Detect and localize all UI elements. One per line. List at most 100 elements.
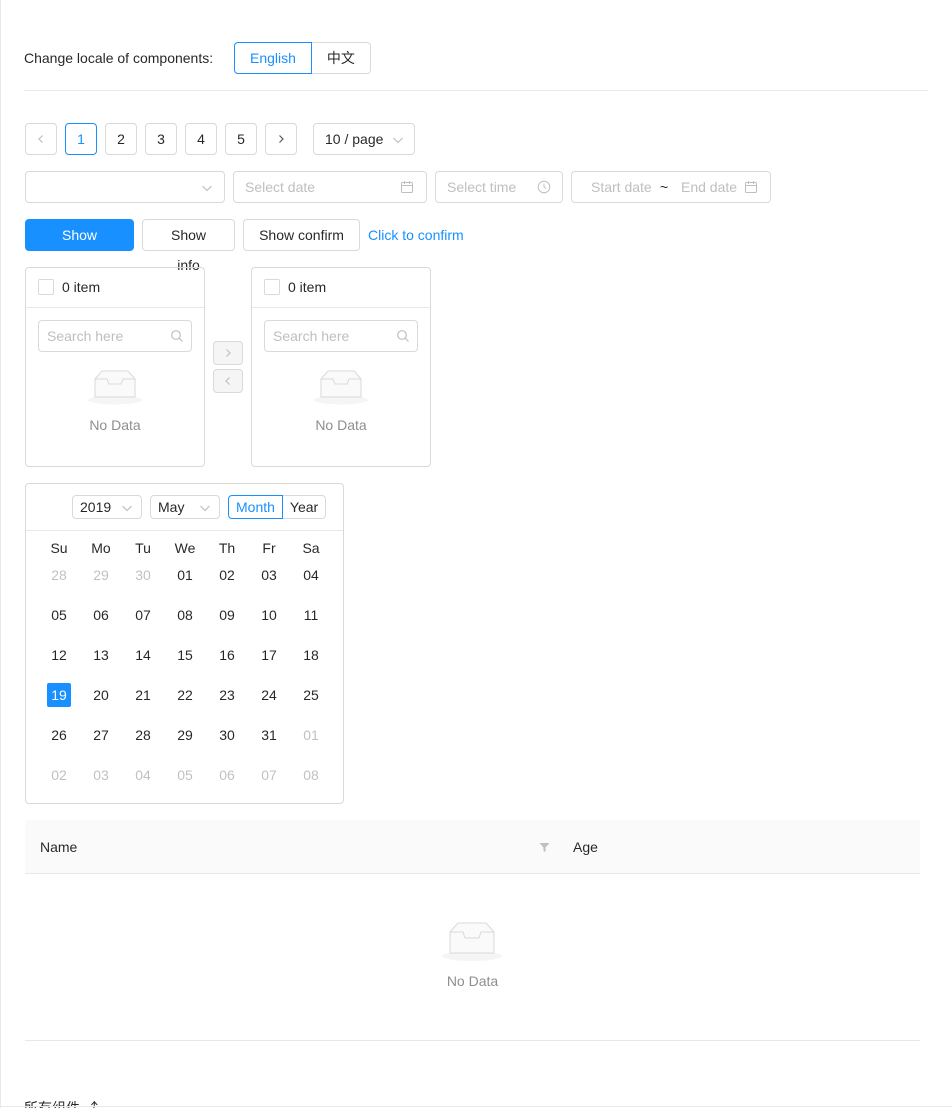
calendar-cell[interactable]: 17 [248, 643, 290, 678]
calendar-date[interactable]: 29 [173, 723, 197, 747]
calendar-date[interactable]: 28 [47, 563, 71, 587]
calendar-date[interactable]: 04 [299, 563, 323, 587]
range-picker[interactable]: Start date ~ End date [571, 171, 771, 203]
calendar-date[interactable]: 12 [47, 643, 71, 667]
time-picker[interactable]: Select time [435, 171, 563, 203]
calendar-date[interactable]: 20 [89, 683, 113, 707]
calendar-cell[interactable]: 16 [206, 643, 248, 678]
calendar-cell[interactable]: 06 [80, 603, 122, 638]
calendar-cell[interactable]: 18 [290, 643, 332, 678]
calendar-date[interactable]: 30 [131, 563, 155, 587]
locale-chinese-radio[interactable]: 中文 [311, 42, 371, 74]
calendar-date[interactable]: 23 [215, 683, 239, 707]
calendar-date[interactable]: 07 [131, 603, 155, 627]
calendar-date[interactable]: 22 [173, 683, 197, 707]
calendar-date[interactable]: 16 [215, 643, 239, 667]
calendar-cell[interactable]: 01 [164, 563, 206, 598]
calendar-date[interactable]: 06 [215, 763, 239, 787]
calendar-date[interactable]: 03 [257, 563, 281, 587]
calendar-month-select[interactable]: May [150, 495, 220, 519]
calendar-date[interactable]: 08 [299, 763, 323, 787]
calendar-cell[interactable]: 03 [80, 763, 122, 798]
select-input[interactable] [25, 171, 225, 203]
calendar-cell[interactable]: 21 [122, 683, 164, 718]
locale-english-radio[interactable]: English [234, 42, 312, 74]
calendar-date[interactable]: 01 [173, 563, 197, 587]
calendar-cell[interactable]: 01 [290, 723, 332, 758]
calendar-date[interactable]: 17 [257, 643, 281, 667]
calendar-cell[interactable]: 07 [122, 603, 164, 638]
calendar-cell[interactable]: 23 [206, 683, 248, 718]
calendar-cell[interactable]: 31 [248, 723, 290, 758]
calendar-date[interactable]: 30 [215, 723, 239, 747]
calendar-cell[interactable]: 08 [290, 763, 332, 798]
calendar-cell[interactable]: 09 [206, 603, 248, 638]
show-confirm-button[interactable]: Show confirm [243, 219, 360, 251]
calendar-date[interactable]: 09 [215, 603, 239, 627]
transfer-target-search-input[interactable]: Search here [264, 320, 418, 352]
calendar-date[interactable]: 07 [257, 763, 281, 787]
calendar-date[interactable]: 04 [131, 763, 155, 787]
calendar-date[interactable]: 24 [257, 683, 281, 707]
calendar-cell[interactable]: 10 [248, 603, 290, 638]
calendar-date[interactable]: 06 [89, 603, 113, 627]
click-to-confirm-link[interactable]: Click to confirm [368, 219, 464, 251]
transfer-move-left-button[interactable] [213, 369, 243, 393]
calendar-cell[interactable]: 26 [38, 723, 80, 758]
calendar-mode-year[interactable]: Year [282, 495, 327, 519]
calendar-mode-month[interactable]: Month [228, 495, 283, 519]
transfer-move-right-button[interactable] [213, 341, 243, 365]
calendar-date[interactable]: 02 [47, 763, 71, 787]
calendar-cell[interactable]: 08 [164, 603, 206, 638]
calendar-cell[interactable]: 11 [290, 603, 332, 638]
calendar-cell[interactable]: 04 [122, 763, 164, 798]
calendar-date[interactable]: 03 [89, 763, 113, 787]
calendar-cell[interactable]: 02 [38, 763, 80, 798]
pagination-page-3[interactable]: 3 [145, 123, 177, 155]
calendar-cell[interactable]: 13 [80, 643, 122, 678]
calendar-cell[interactable]: 25 [290, 683, 332, 718]
calendar-date[interactable]: 08 [173, 603, 197, 627]
show-info-button[interactable]: Show info [142, 219, 235, 273]
calendar-cell[interactable]: 30 [206, 723, 248, 758]
calendar-cell[interactable]: 03 [248, 563, 290, 598]
page-size-select[interactable]: 10 / page [313, 123, 415, 155]
calendar-date[interactable]: 27 [89, 723, 113, 747]
pagination-page-4[interactable]: 4 [185, 123, 217, 155]
calendar-date[interactable]: 21 [131, 683, 155, 707]
calendar-cell[interactable]: 02 [206, 563, 248, 598]
calendar-cell[interactable]: 28 [122, 723, 164, 758]
calendar-cell[interactable]: 29 [80, 563, 122, 598]
calendar-date[interactable]: 14 [131, 643, 155, 667]
calendar-cell[interactable]: 04 [290, 563, 332, 598]
calendar-cell[interactable]: 05 [38, 603, 80, 638]
calendar-date[interactable]: 29 [89, 563, 113, 587]
calendar-cell[interactable]: 19 [38, 683, 80, 718]
calendar-date[interactable]: 13 [89, 643, 113, 667]
calendar-cell[interactable]: 22 [164, 683, 206, 718]
calendar-cell[interactable]: 30 [122, 563, 164, 598]
calendar-cell[interactable]: 24 [248, 683, 290, 718]
calendar-cell[interactable]: 15 [164, 643, 206, 678]
pagination-prev-button[interactable] [25, 123, 57, 155]
calendar-cell[interactable]: 14 [122, 643, 164, 678]
calendar-date[interactable]: 18 [299, 643, 323, 667]
filter-icon[interactable] [539, 842, 550, 853]
date-picker[interactable]: Select date [233, 171, 427, 203]
calendar-date[interactable]: 11 [299, 603, 323, 627]
calendar-cell[interactable]: 20 [80, 683, 122, 718]
calendar-cell[interactable]: 06 [206, 763, 248, 798]
calendar-cell[interactable]: 05 [164, 763, 206, 798]
calendar-cell[interactable]: 28 [38, 563, 80, 598]
calendar-date[interactable]: 31 [257, 723, 281, 747]
pagination-next-button[interactable] [265, 123, 297, 155]
show-modal-button[interactable]: Show Modal [25, 219, 134, 273]
transfer-source-select-all-checkbox[interactable] [38, 279, 54, 295]
calendar-date[interactable]: 26 [47, 723, 71, 747]
calendar-cell[interactable]: 29 [164, 723, 206, 758]
calendar-cell[interactable]: 12 [38, 643, 80, 678]
transfer-target-select-all-checkbox[interactable] [264, 279, 280, 295]
pagination-page-2[interactable]: 2 [105, 123, 137, 155]
calendar-date[interactable]: 10 [257, 603, 281, 627]
pagination-page-5[interactable]: 5 [225, 123, 257, 155]
